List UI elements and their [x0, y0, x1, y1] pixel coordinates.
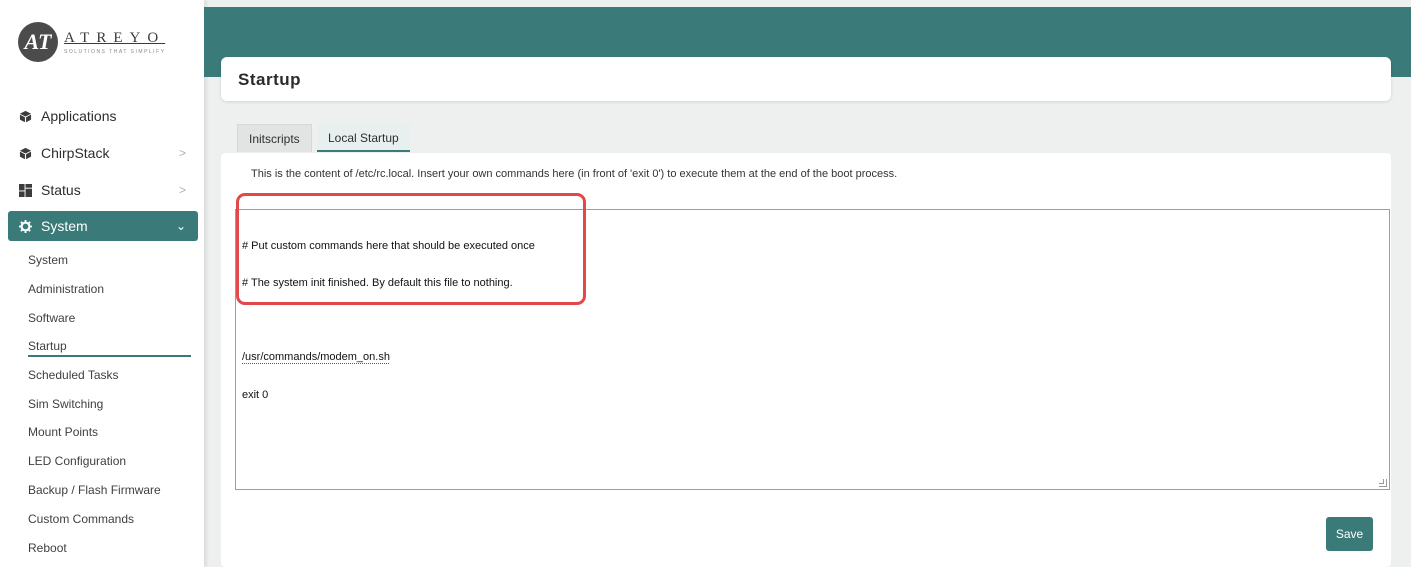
editor-line: # Put custom commands here that should b… [242, 239, 535, 252]
page-title: Startup [238, 70, 301, 89]
cube-icon [18, 109, 32, 123]
brand-tagline: SOLUTIONS THAT SIMPLIFY [64, 48, 166, 55]
submenu-item-administration[interactable]: Administration [28, 278, 191, 300]
gear-icon [18, 219, 32, 233]
sidebar-item-label: Status [41, 182, 81, 198]
tab-local-startup[interactable]: Local Startup [317, 124, 410, 152]
sidebar: AT ATREYO SOLUTIONS THAT SIMPLIFY Applic… [0, 0, 204, 567]
submenu-item-scheduled-tasks[interactable]: Scheduled Tasks [28, 364, 191, 386]
editor-line: /usr/commands/modem_on.sh [242, 351, 390, 364]
submenu-item-mount-points[interactable]: Mount Points [28, 421, 191, 443]
tab-initscripts[interactable]: Initscripts [237, 124, 312, 152]
sidebar-item-chirpstack[interactable]: ChirpStack > [8, 138, 198, 168]
submenu-item-startup[interactable]: Startup [28, 335, 191, 357]
chevron-down-icon: ⌄ [175, 219, 186, 233]
submenu-item-backup-flash-firmware[interactable]: Backup / Flash Firmware [28, 479, 191, 501]
brand-name: ATREYO [64, 29, 166, 46]
submenu-item-led-configuration[interactable]: LED Configuration [28, 450, 191, 472]
rc-local-editor[interactable]: # Put custom commands here that should b… [235, 209, 1390, 490]
sidebar-item-label: ChirpStack [41, 145, 110, 161]
sidebar-item-system[interactable]: System ⌄ [8, 211, 198, 241]
logo-mark-icon: AT [18, 22, 58, 62]
rc-local-description: This is the content of /etc/rc.local. In… [251, 168, 898, 180]
chevron-right-icon: > [178, 183, 186, 197]
editor-line: exit 0 [242, 388, 269, 401]
submenu-item-software[interactable]: Software [28, 307, 191, 329]
brand-logo[interactable]: AT ATREYO SOLUTIONS THAT SIMPLIFY [18, 22, 165, 62]
submenu-item-reboot[interactable]: Reboot [28, 537, 191, 559]
submenu-item-sim-switching[interactable]: Sim Switching [28, 393, 191, 415]
sidebar-item-label: Applications [41, 108, 117, 124]
resize-handle-icon[interactable] [1379, 479, 1387, 487]
sidebar-item-status[interactable]: Status > [8, 175, 198, 205]
page-title-card: Startup [221, 57, 1391, 101]
save-button[interactable]: Save [1326, 517, 1373, 551]
dashboard-icon [18, 183, 32, 197]
sidebar-item-label: System [41, 218, 88, 234]
editor-line: # The system init finished. By default t… [242, 277, 513, 290]
chevron-right-icon: > [178, 146, 186, 160]
submenu-item-system[interactable]: System [28, 249, 191, 271]
local-startup-panel: This is the content of /etc/rc.local. In… [221, 153, 1391, 567]
sidebar-item-applications[interactable]: Applications [8, 101, 198, 131]
cube-icon [18, 146, 32, 160]
submenu-item-custom-commands[interactable]: Custom Commands [28, 508, 191, 530]
